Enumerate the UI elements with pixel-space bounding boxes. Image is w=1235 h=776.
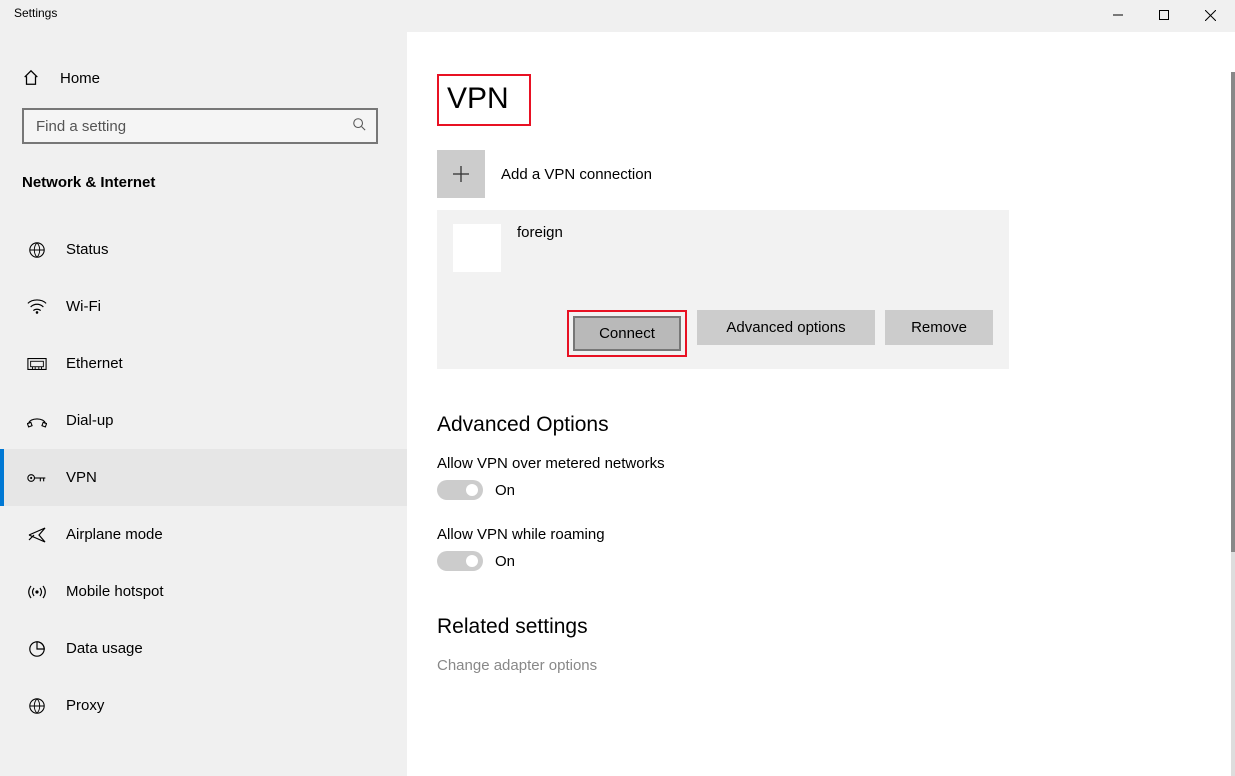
sidebar-item-label: Ethernet	[66, 355, 123, 372]
vpn-entry[interactable]: foreign Connect Advanced options Remove	[437, 210, 1009, 369]
advanced-options-heading: Advanced Options	[437, 413, 1235, 437]
vpn-icon	[26, 467, 48, 489]
sidebar-item-dialup[interactable]: Dial-up	[0, 392, 407, 449]
sidebar-item-label: Wi-Fi	[66, 298, 101, 315]
vpn-connection-name: foreign	[517, 224, 563, 241]
scrollbar[interactable]	[1231, 72, 1235, 776]
connect-button[interactable]: Connect	[573, 316, 681, 351]
minimize-button[interactable]	[1095, 0, 1141, 30]
sidebar-item-status[interactable]: Status	[0, 221, 407, 278]
roaming-option-label: Allow VPN while roaming	[437, 526, 1235, 543]
sidebar-item-proxy[interactable]: Proxy	[0, 677, 407, 734]
sidebar-item-label: Dial-up	[66, 412, 114, 429]
add-vpn-label: Add a VPN connection	[501, 166, 652, 183]
sidebar-item-hotspot[interactable]: Mobile hotspot	[0, 563, 407, 620]
related-settings-heading: Related settings	[437, 615, 1235, 639]
sidebar-item-label: Mobile hotspot	[66, 583, 164, 600]
airplane-icon	[26, 524, 48, 546]
add-vpn-connection[interactable]: Add a VPN connection	[437, 150, 1235, 198]
sidebar-item-airplane[interactable]: Airplane mode	[0, 506, 407, 563]
proxy-icon	[26, 695, 48, 717]
sidebar-item-label: Data usage	[66, 640, 143, 657]
sidebar-item-ethernet[interactable]: Ethernet	[0, 335, 407, 392]
remove-button[interactable]: Remove	[885, 310, 993, 345]
sidebar-item-vpn[interactable]: VPN	[0, 449, 407, 506]
sidebar-item-label: Airplane mode	[66, 526, 163, 543]
page-title: VPN	[437, 74, 531, 126]
metered-option-label: Allow VPN over metered networks	[437, 455, 1235, 472]
search-box[interactable]	[22, 108, 378, 144]
sidebar-item-label: VPN	[66, 469, 97, 486]
main-content: VPN Add a VPN connection foreign Connect…	[407, 32, 1235, 776]
ethernet-icon	[26, 353, 48, 375]
sidebar-item-wifi[interactable]: Wi-Fi	[0, 278, 407, 335]
search-icon	[350, 117, 368, 135]
dialup-icon	[26, 410, 48, 432]
metered-toggle[interactable]	[437, 480, 483, 500]
close-button[interactable]	[1187, 0, 1233, 30]
sidebar-home[interactable]: Home	[0, 56, 407, 100]
search-input[interactable]	[34, 117, 350, 136]
sidebar-category: Network & Internet	[0, 162, 407, 203]
roaming-toggle-state: On	[495, 553, 515, 570]
scrollbar-thumb[interactable]	[1231, 72, 1235, 552]
change-adapter-link[interactable]: Change adapter options	[437, 657, 1235, 674]
maximize-button[interactable]	[1141, 0, 1187, 30]
sidebar: Home Network & Internet Status	[0, 32, 407, 776]
status-icon	[26, 239, 48, 261]
metered-toggle-state: On	[495, 482, 515, 499]
title-bar: Settings	[0, 0, 1235, 32]
sidebar-item-label: Proxy	[66, 697, 104, 714]
roaming-toggle[interactable]	[437, 551, 483, 571]
window-title: Settings	[0, 0, 71, 26]
sidebar-item-datausage[interactable]: Data usage	[0, 620, 407, 677]
sidebar-home-label: Home	[60, 70, 100, 87]
sidebar-item-label: Status	[66, 241, 109, 258]
vpn-connection-icon	[453, 224, 501, 272]
wifi-icon	[26, 296, 48, 318]
plus-icon	[437, 150, 485, 198]
advanced-options-button[interactable]: Advanced options	[697, 310, 875, 345]
hotspot-icon	[26, 581, 48, 603]
datausage-icon	[26, 638, 48, 660]
home-icon	[22, 68, 42, 88]
